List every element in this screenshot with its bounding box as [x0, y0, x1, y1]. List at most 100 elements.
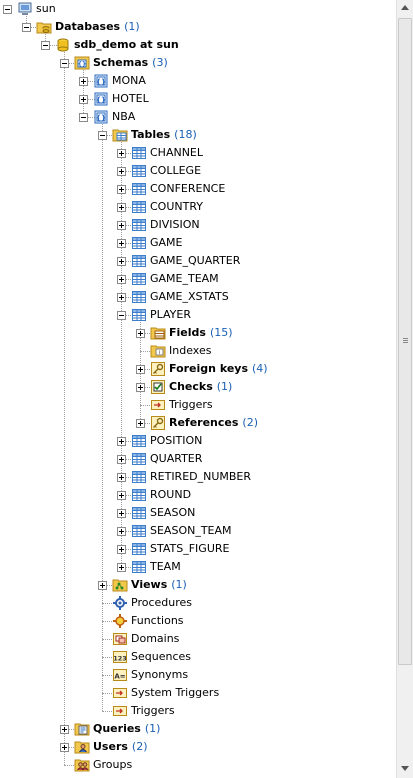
tree-node-text: Domains [131, 632, 180, 645]
expand-icon[interactable] [136, 329, 145, 338]
tree-node-table[interactable]: STATS_FIGURE [0, 540, 396, 558]
tree-node-table[interactable]: QUARTER [0, 450, 396, 468]
expand-icon[interactable] [117, 455, 126, 464]
synonyms-icon: A= [112, 667, 128, 683]
collapse-icon[interactable] [79, 113, 88, 122]
tree-node-users[interactable]: Users (2) [0, 738, 396, 756]
tree-node-views[interactable]: Views (1) [0, 576, 396, 594]
expand-icon[interactable] [79, 95, 88, 104]
collapse-icon[interactable] [117, 311, 126, 320]
expand-icon[interactable] [117, 563, 126, 572]
tree-node-references[interactable]: References (2) [0, 414, 396, 432]
computer-icon [17, 1, 33, 17]
expand-icon[interactable] [117, 257, 126, 266]
expand-icon[interactable] [136, 419, 145, 428]
scroll-thumb[interactable] [398, 18, 412, 665]
tree-node-triggers[interactable]: Triggers [0, 396, 396, 414]
tree-node-domains[interactable]: Domains [0, 630, 396, 648]
tree-node-table[interactable]: SEASON [0, 504, 396, 522]
collapse-icon[interactable] [60, 59, 69, 68]
tree-node-table[interactable]: COUNTRY [0, 198, 396, 216]
expand-icon[interactable] [117, 149, 126, 158]
expand-icon[interactable] [117, 167, 126, 176]
tree-node-mona[interactable]: {} MONA [0, 72, 396, 90]
tree-node-procedures[interactable]: Procedures [0, 594, 396, 612]
expand-icon[interactable] [117, 221, 126, 230]
tree-node-table[interactable]: GAME_QUARTER [0, 252, 396, 270]
tree-node-sun[interactable]: sun [0, 0, 396, 18]
tree-node-label: MONA [112, 72, 146, 90]
expand-icon[interactable] [79, 77, 88, 86]
expand-icon[interactable] [117, 293, 126, 302]
expand-icon[interactable] [117, 509, 126, 518]
collapse-icon[interactable] [22, 23, 31, 32]
expand-icon[interactable] [98, 581, 107, 590]
tree-node-nba[interactable]: {} NBA [0, 108, 396, 126]
collapse-icon[interactable] [41, 41, 50, 50]
tree-node-synonyms[interactable]: A= Synonyms [0, 666, 396, 684]
tree-node-table[interactable]: TEAM [0, 558, 396, 576]
tree-node-schema-triggers[interactable]: Triggers [0, 702, 396, 720]
tree-node-label: QUARTER [150, 450, 202, 468]
expand-icon[interactable] [60, 725, 69, 734]
expand-icon[interactable] [136, 383, 145, 392]
tree-node-table[interactable]: RETIRED_NUMBER [0, 468, 396, 486]
tree-node-schemas[interactable]: {} Schemas (3) [0, 54, 396, 72]
table-icon [131, 235, 147, 251]
fields-icon [150, 325, 166, 341]
tree-node-table[interactable]: DIVISION [0, 216, 396, 234]
tree-node-tables[interactable]: Tables (18) [0, 126, 396, 144]
tree-node-label: COLLEGE [150, 162, 201, 180]
tree-node-checks[interactable]: Checks (1) [0, 378, 396, 396]
tree-node-queries[interactable]: Queries (1) [0, 720, 396, 738]
expand-icon[interactable] [136, 365, 145, 374]
tree-node-label: sdb_demo at sun [74, 36, 179, 54]
table-icon [131, 145, 147, 161]
tree-node-text: Databases [55, 20, 121, 33]
tree-node-groups[interactable]: Groups [0, 756, 396, 774]
expand-icon[interactable] [117, 527, 126, 536]
tree-node-label: Fields (15) [169, 324, 233, 342]
tree-node-player[interactable]: PLAYER [0, 306, 396, 324]
tree-node-table[interactable]: GAME_XSTATS [0, 288, 396, 306]
vertical-scrollbar[interactable] [396, 0, 413, 778]
tree-node-table[interactable]: CHANNEL [0, 144, 396, 162]
tree-node-label: Domains [131, 630, 179, 648]
expand-icon[interactable] [117, 239, 126, 248]
tree-node-text: Groups [93, 758, 133, 771]
tree-node-sequences[interactable]: 123 Sequences [0, 648, 396, 666]
collapse-icon[interactable] [3, 5, 12, 14]
expand-icon[interactable] [117, 185, 126, 194]
tree-node-text: GAME_QUARTER [150, 254, 241, 267]
tree-node-text: sun [36, 2, 56, 15]
tree-node-table[interactable]: CONFERENCE [0, 180, 396, 198]
tree-node-indexes[interactable]: i Indexes [0, 342, 396, 360]
expand-icon[interactable] [117, 491, 126, 500]
expand-icon[interactable] [117, 437, 126, 446]
tree-node-functions[interactable]: Functions [0, 612, 396, 630]
scroll-up-button[interactable] [397, 0, 413, 17]
database-tree[interactable]: sun Databases (1) sdb_demo at sun{} Schemas(… [0, 0, 396, 778]
expand-icon[interactable] [60, 743, 69, 752]
scroll-down-button[interactable] [397, 761, 413, 778]
tree-node-count: (1) [216, 380, 233, 393]
tree-node-sdb-demo[interactable]: sdb_demo at sun [0, 36, 396, 54]
tree-node-table[interactable]: GAME [0, 234, 396, 252]
expand-icon[interactable] [117, 545, 126, 554]
tree-node-databases[interactable]: Databases (1) [0, 18, 396, 36]
tree-node-foreign-keys[interactable]: Foreign keys (4) [0, 360, 396, 378]
tree-node-system-triggers[interactable]: System Triggers [0, 684, 396, 702]
collapse-icon[interactable] [98, 131, 107, 140]
tree-node-table[interactable]: COLLEGE [0, 162, 396, 180]
expand-icon[interactable] [117, 473, 126, 482]
tree-node-fields[interactable]: Fields (15) [0, 324, 396, 342]
tree-node-text: CHANNEL [150, 146, 204, 159]
tree-node-table[interactable]: GAME_TEAM [0, 270, 396, 288]
tree-node-hotel[interactable]: {} HOTEL [0, 90, 396, 108]
tree-node-table[interactable]: POSITION [0, 432, 396, 450]
tree-node-text: MONA [112, 74, 146, 87]
tree-node-table[interactable]: SEASON_TEAM [0, 522, 396, 540]
expand-icon[interactable] [117, 203, 126, 212]
expand-icon[interactable] [117, 275, 126, 284]
tree-node-table[interactable]: ROUND [0, 486, 396, 504]
